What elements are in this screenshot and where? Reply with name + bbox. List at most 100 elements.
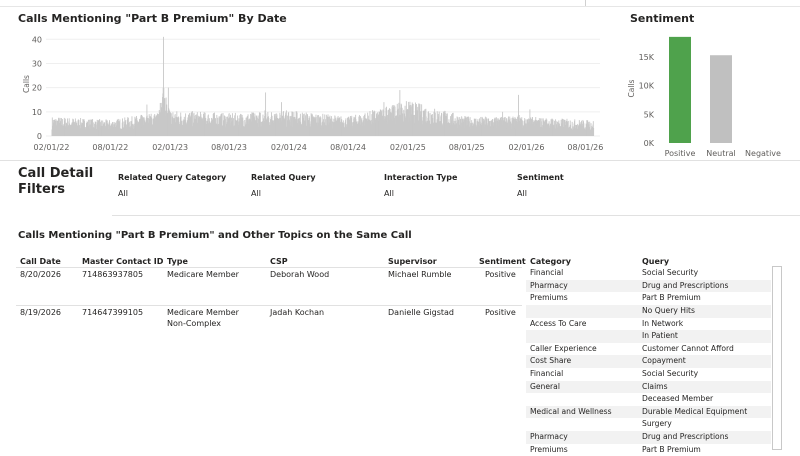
filters-title: Call Detail Filters <box>18 166 94 197</box>
sentiment-bar-positive[interactable] <box>669 36 691 143</box>
filter-interaction-type[interactable]: Interaction Type All <box>384 173 457 198</box>
x-tick-label: 02/01/22 <box>34 143 70 152</box>
y-tick-label: 0K <box>644 139 655 148</box>
x-category-label: Negative <box>745 149 781 158</box>
y-tick-label: 10K <box>639 82 655 91</box>
query-row[interactable]: Pharmacy Drug and Prescriptions <box>526 431 771 444</box>
y-tick-label: 20 <box>32 84 42 93</box>
top-separator <box>585 0 586 6</box>
cell-type: Medicare Member Non-Complex <box>167 308 239 328</box>
query-name: Drug and Prescriptions <box>642 280 729 290</box>
query-category: Caller Experience <box>530 343 597 353</box>
query-name: Social Security <box>642 268 699 278</box>
y-tick-label: 0 <box>37 132 42 141</box>
query-row[interactable]: Premiums Part B Premium <box>526 292 771 305</box>
query-row[interactable]: Pharmacy Drug and Prescriptions <box>526 279 771 293</box>
query-row[interactable]: Access To Care In Network <box>526 318 771 331</box>
query-name: Drug and Prescriptions <box>642 432 729 441</box>
query-row[interactable]: In Patient <box>526 330 771 343</box>
x-tick-label: 08/01/24 <box>330 143 366 152</box>
cell-csp: Jadah Kochan <box>270 308 325 317</box>
header-csp[interactable]: CSP <box>270 257 288 266</box>
header-type[interactable]: Type <box>167 257 188 266</box>
header-category[interactable]: Category <box>530 257 571 266</box>
query-category: Pharmacy <box>530 280 568 290</box>
cell-master-contact-id: 714647399105 <box>82 308 144 317</box>
filters-divider <box>112 215 800 216</box>
query-category: Financial <box>530 268 564 278</box>
query-row[interactable]: Cost Share Copayment <box>526 355 771 368</box>
x-tick-label: 02/01/24 <box>271 143 307 152</box>
cell-sentiment: Positive <box>485 308 516 317</box>
x-tick-label: 08/01/23 <box>211 143 247 152</box>
query-name: Copayment <box>642 356 686 366</box>
y-axis-label: Calls <box>22 75 31 93</box>
query-name: Deceased Member <box>642 394 714 404</box>
sentiment-bar-neutral[interactable] <box>710 55 732 143</box>
y-tick-label: 40 <box>32 35 42 44</box>
query-name: Durable Medical Equipment <box>642 406 748 416</box>
query-name: In Network <box>642 318 684 328</box>
filter-value[interactable]: All <box>251 189 316 198</box>
x-tick-label: 02/01/25 <box>390 143 426 152</box>
query-row[interactable]: Medical and Wellness Durable Medical Equi… <box>526 405 771 419</box>
x-category-label: Neutral <box>706 149 736 158</box>
cell-sentiment: Positive <box>485 270 516 279</box>
filter-related-query[interactable]: Related Query All <box>251 173 316 198</box>
charts-divider <box>0 160 800 161</box>
query-row[interactable]: General Claims <box>526 380 771 394</box>
timeline-chart[interactable]: 0 10 20 30 40 Calls 02/01/22 08/01/22 02/01/23 08… <box>0 26 610 160</box>
query-list-scrollbar[interactable] <box>772 266 782 450</box>
y-tick-label: 10 <box>32 108 42 117</box>
x-tick-label: 08/01/25 <box>449 143 485 152</box>
filter-value[interactable]: All <box>118 189 226 198</box>
y-tick-label: 5K <box>644 110 655 119</box>
cell-csp: Deborah Wood <box>270 270 330 279</box>
x-category-label: Positive <box>665 149 696 158</box>
filter-label: Interaction Type <box>384 173 458 182</box>
cell-supervisor: Michael Rumble <box>388 270 452 279</box>
query-category: Cost Share <box>530 356 572 366</box>
x-tick-label: 08/01/22 <box>92 143 128 152</box>
query-row[interactable]: No Query Hits <box>526 305 771 318</box>
query-name: Customer Cannot Afford <box>642 343 734 353</box>
filter-value[interactable]: All <box>384 189 457 198</box>
query-category: Premiums <box>530 293 568 303</box>
filter-label: Related Query <box>251 173 316 182</box>
header-master-contact-id[interactable]: Master Contact ID <box>82 257 163 266</box>
query-row[interactable]: Deceased Member <box>526 393 771 406</box>
cell-call-date: 8/19/2026 <box>20 308 62 317</box>
cell-type: Medicare Member <box>167 270 239 279</box>
timeline-title: Calls Mentioning "Part B Premium" By Dat… <box>18 12 287 25</box>
y-tick-label: 30 <box>32 59 42 68</box>
filter-label: Related Query Category <box>118 173 227 182</box>
query-row[interactable]: Surgery <box>526 418 771 431</box>
header-call-date[interactable]: Call Date <box>20 257 61 266</box>
sentiment-chart[interactable]: 0K 5K 10K 15K Calls Positive Neutral Negative <box>610 26 800 160</box>
query-row[interactable]: Caller Experience Customer Cannot Afford <box>526 343 771 356</box>
query-name: Part B Premium <box>642 293 701 303</box>
header-supervisor[interactable]: Supervisor <box>388 257 437 266</box>
header-rule <box>16 267 522 268</box>
top-edge <box>0 0 800 7</box>
header-sentiment[interactable]: Sentiment <box>479 257 526 266</box>
query-name: Social Security <box>642 369 699 378</box>
timeline-bars <box>51 36 595 136</box>
filter-sentiment[interactable]: Sentiment All <box>517 173 564 198</box>
filter-related-query-category[interactable]: Related Query Category All <box>118 173 226 198</box>
header-query[interactable]: Query <box>642 257 669 266</box>
query-category: Financial <box>530 369 564 378</box>
query-category: Medical and Wellness <box>530 406 612 416</box>
query-name: Surgery <box>642 419 672 429</box>
query-category: Access To Care <box>530 318 587 328</box>
query-name: No Query Hits <box>642 306 695 315</box>
row-divider <box>16 305 522 306</box>
table-title: Calls Mentioning "Part B Premium" and Ot… <box>18 230 412 241</box>
filter-label: Sentiment <box>517 173 564 182</box>
query-row[interactable]: Financial Social Security <box>526 267 771 280</box>
x-tick-label: 02/01/26 <box>509 143 545 152</box>
y-tick-label: 15K <box>639 53 655 62</box>
query-category: Pharmacy <box>530 432 568 441</box>
filter-value[interactable]: All <box>517 189 564 198</box>
query-row[interactable]: Financial Social Security <box>526 368 771 381</box>
